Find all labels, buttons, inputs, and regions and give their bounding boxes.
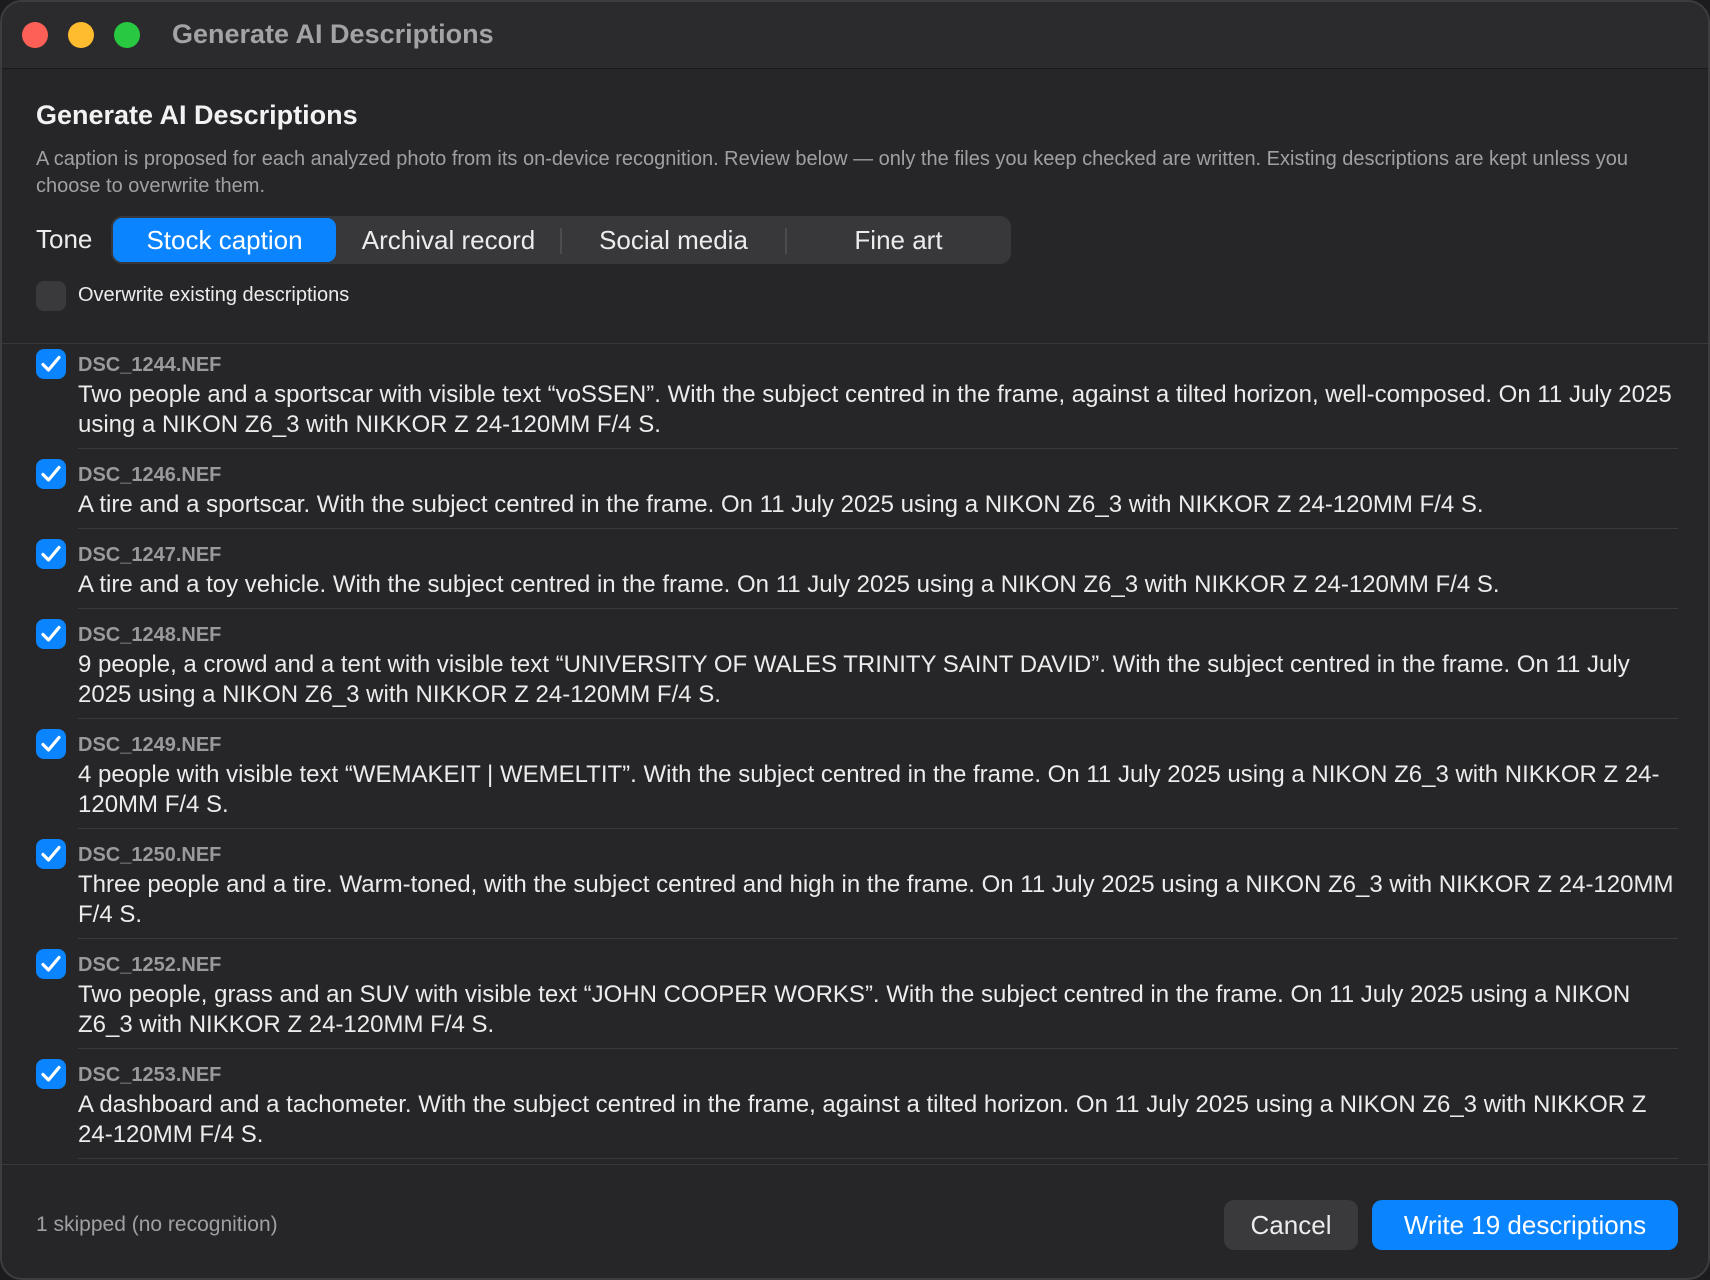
checkmark-icon <box>41 465 61 482</box>
zoom-window-button[interactable] <box>114 22 140 48</box>
close-window-button[interactable] <box>22 22 48 48</box>
row-separator <box>78 448 1678 449</box>
caption-text: Three people and a tire. Warm-toned, wit… <box>78 871 1674 928</box>
tone-option-social-media[interactable]: Social media <box>561 216 786 264</box>
caption-text: Two people, grass and an SUV with visibl… <box>78 981 1631 1038</box>
checkmark-icon <box>41 735 61 752</box>
checkmark-icon <box>41 845 61 862</box>
file-name: DSC_1246.NEF <box>78 464 222 486</box>
caption-text: 4 people with visible text “WEMAKEIT | W… <box>78 761 1660 818</box>
item-checkbox[interactable] <box>36 1059 66 1089</box>
caption-text: A dashboard and a tachometer. With the s… <box>78 1091 1647 1148</box>
item-checkbox[interactable] <box>36 619 66 649</box>
file-name: DSC_1252.NEF <box>78 954 222 976</box>
checkmark-icon <box>41 955 61 972</box>
checkmark-icon <box>41 1065 61 1082</box>
file-name: DSC_1253.NEF <box>78 1064 222 1086</box>
tone-option-archival-record[interactable]: Archival record <box>336 216 561 264</box>
overwrite-label[interactable]: Overwrite existing descriptions <box>78 284 349 307</box>
checkmark-icon <box>41 355 61 372</box>
row-separator <box>78 608 1678 609</box>
caption-text: A tire and a toy vehicle. With the subje… <box>78 571 1500 598</box>
write-descriptions-button[interactable]: Write 19 descriptions <box>1372 1200 1678 1250</box>
caption-text: 9 people, a crowd and a tent with visibl… <box>78 651 1630 708</box>
window-title: Generate AI Descriptions <box>172 19 494 49</box>
row-separator <box>78 938 1678 939</box>
file-name: DSC_1248.NEF <box>78 624 222 646</box>
cancel-button[interactable]: Cancel <box>1224 1200 1358 1250</box>
dialog-window: Generate AI Descriptions Generate AI Des… <box>0 0 1710 1280</box>
item-checkbox[interactable] <box>36 349 66 379</box>
dialog-heading: Generate AI Descriptions <box>36 100 358 130</box>
checkmark-icon <box>41 625 61 642</box>
row-separator <box>78 528 1678 529</box>
divider <box>2 1164 1708 1165</box>
item-checkbox[interactable] <box>36 459 66 489</box>
dialog-description: A caption is proposed for each analyzed … <box>36 148 1628 197</box>
tone-segmented-control: Stock caption Archival record Social med… <box>111 216 1011 264</box>
row-separator <box>78 718 1678 719</box>
file-name: DSC_1249.NEF <box>78 734 222 756</box>
file-name: DSC_1244.NEF <box>78 354 222 376</box>
title-bar: Generate AI Descriptions <box>2 2 1708 69</box>
item-checkbox[interactable] <box>36 539 66 569</box>
item-checkbox[interactable] <box>36 729 66 759</box>
row-separator <box>78 828 1678 829</box>
caption-list[interactable]: DSC_1244.NEF Two people and a sportscar … <box>2 344 1708 1164</box>
checkmark-icon <box>41 545 61 562</box>
caption-text: A tire and a sportscar. With the subject… <box>78 491 1484 518</box>
tone-label: Tone <box>36 224 93 254</box>
row-separator <box>78 1048 1678 1049</box>
item-checkbox[interactable] <box>36 839 66 869</box>
skipped-status: 1 skipped (no recognition) <box>36 1213 278 1236</box>
minimize-window-button[interactable] <box>68 22 94 48</box>
item-checkbox[interactable] <box>36 949 66 979</box>
overwrite-checkbox[interactable] <box>36 281 66 311</box>
tone-option-stock-caption[interactable]: Stock caption <box>113 218 336 262</box>
file-name: DSC_1247.NEF <box>78 544 222 566</box>
file-name: DSC_1250.NEF <box>78 844 222 866</box>
tone-option-fine-art[interactable]: Fine art <box>786 216 1011 264</box>
caption-text: Two people and a sportscar with visible … <box>78 381 1672 438</box>
row-separator <box>78 1158 1678 1159</box>
